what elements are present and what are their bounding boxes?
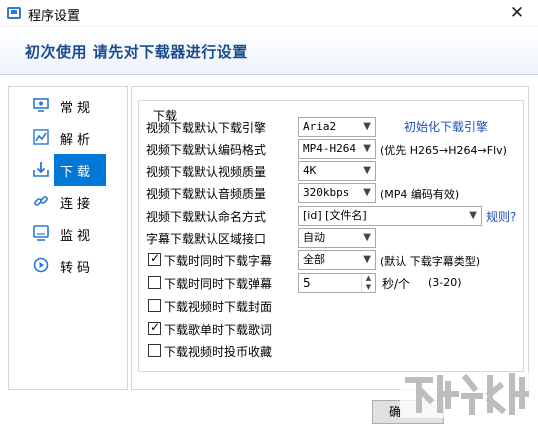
subtitle-type-select[interactable]: 全部 ▼ — [298, 250, 376, 270]
nav-item-label: 常规 — [60, 101, 95, 116]
settings-nav: 常规 解析 下载 连接 监视 转码 — [8, 86, 128, 390]
quality-label: 视频下载默认视频质量 — [146, 165, 267, 179]
nav-item-label: 转码 — [60, 261, 95, 276]
region-value: 自动 — [303, 231, 325, 244]
app-icon — [7, 7, 21, 19]
coin-favorite-checkbox[interactable] — [148, 344, 161, 357]
download-icon — [33, 161, 49, 177]
danmaku-unit: 秒/个 — [382, 277, 411, 291]
header-banner: 初次使用 请先对下载器进行设置 — [0, 27, 538, 75]
nav-item-label: 下载 — [60, 165, 95, 180]
audio-label: 视频下载默认音频质量 — [146, 187, 267, 201]
close-button[interactable]: ✕ — [496, 0, 538, 27]
chevron-down-icon: ▼ — [469, 210, 477, 221]
naming-select[interactable]: [id] [文件名] ▼ — [298, 206, 482, 226]
naming-label: 视频下载默认命名方式 — [146, 210, 267, 224]
title-bar: 程序设置 ✕ — [0, 0, 538, 27]
format-label: 视频下载默认编码格式 — [146, 143, 267, 157]
nav-item-monitor[interactable]: 监视 — [10, 218, 127, 250]
chevron-down-icon: ▼ — [363, 165, 371, 176]
audio-value: 320kbps — [303, 186, 350, 199]
coin-favorite-option-label: 下载视频时投币收藏 — [164, 345, 273, 359]
monitor-icon — [33, 97, 49, 113]
rules-link[interactable]: 规则? — [486, 208, 516, 225]
nav-item-parse[interactable]: 解析 — [10, 122, 127, 154]
danmaku-interval-stepper[interactable]: 5 ▲ ▼ — [298, 273, 376, 293]
chevron-down-icon: ▼ — [363, 187, 371, 198]
naming-value: [id] [文件名] — [303, 209, 367, 222]
format-note: (优先 H265→H264→Flv) — [380, 144, 507, 157]
cover-option-label: 下载视频时下载封面 — [164, 300, 273, 314]
audio-select[interactable]: 320kbps ▼ — [298, 183, 376, 203]
danmaku-option-label: 下载时同时下载弹幕 — [164, 277, 273, 291]
region-label: 字幕下载默认区域接口 — [146, 232, 267, 246]
chart-icon — [33, 129, 49, 145]
region-select[interactable]: 自动 ▼ — [298, 228, 376, 248]
play-icon — [33, 257, 49, 273]
subtitle-type-value: 全部 — [303, 253, 325, 266]
settings-content: 下载 视频下载默认下载引擎 Aria2 ▼ 初始化下载引擎 视频下载默认编码格式… — [131, 86, 529, 390]
engine-label: 视频下载默认下载引擎 — [146, 121, 267, 135]
quality-value: 4K — [303, 164, 317, 177]
link-icon — [33, 193, 49, 209]
quality-select[interactable]: 4K ▼ — [298, 161, 376, 181]
subtitle-checkbox[interactable] — [148, 251, 161, 266]
engine-value: Aria2 — [303, 120, 337, 133]
nav-item-label: 连接 — [60, 197, 95, 212]
stepper-arrows-icon[interactable]: ▲ ▼ — [361, 274, 375, 292]
download-group: 下载 视频下载默认下载引擎 Aria2 ▼ 初始化下载引擎 视频下载默认编码格式… — [138, 100, 524, 372]
nav-item-label: 解析 — [60, 133, 95, 148]
nav-item-transcode[interactable]: 转码 — [10, 250, 127, 282]
subtitle-option-label: 下载时同时下载字幕 — [164, 254, 273, 268]
format-value: MP4-H264 — [303, 142, 356, 155]
engine-select[interactable]: Aria2 ▼ — [298, 117, 376, 137]
chevron-down-icon: ▼ — [363, 121, 371, 132]
nav-item-label: 监视 — [60, 229, 95, 244]
window-title: 程序设置 — [28, 9, 81, 24]
audio-note: (MP4 编码有效) — [380, 188, 460, 201]
banner-text: 初次使用 请先对下载器进行设置 — [25, 43, 248, 61]
danmaku-interval-value: 5 — [303, 276, 311, 290]
format-select[interactable]: MP4-H264 ▼ — [298, 139, 376, 159]
nav-item-connect[interactable]: 连接 — [10, 186, 127, 218]
lyrics-checkbox[interactable] — [148, 320, 161, 335]
danmaku-checkbox[interactable] — [148, 276, 161, 289]
init-engine-link[interactable]: 初始化下载引擎 — [404, 118, 488, 135]
nav-item-download[interactable]: 下载 — [10, 154, 127, 186]
cover-checkbox[interactable] — [148, 299, 161, 312]
chevron-down-icon: ▼ — [363, 232, 371, 243]
watermark-logo — [400, 366, 532, 418]
chevron-down-icon: ▼ — [363, 143, 371, 154]
danmaku-range: (3-20) — [428, 276, 462, 289]
chevron-down-icon: ▼ — [363, 254, 371, 265]
nav-item-general[interactable]: 常规 — [10, 90, 127, 122]
lyrics-option-label: 下载歌单时下载歌词 — [164, 323, 273, 337]
subtitle-type-note: (默认 下载字幕类型) — [380, 255, 481, 268]
screen-icon — [33, 225, 49, 241]
